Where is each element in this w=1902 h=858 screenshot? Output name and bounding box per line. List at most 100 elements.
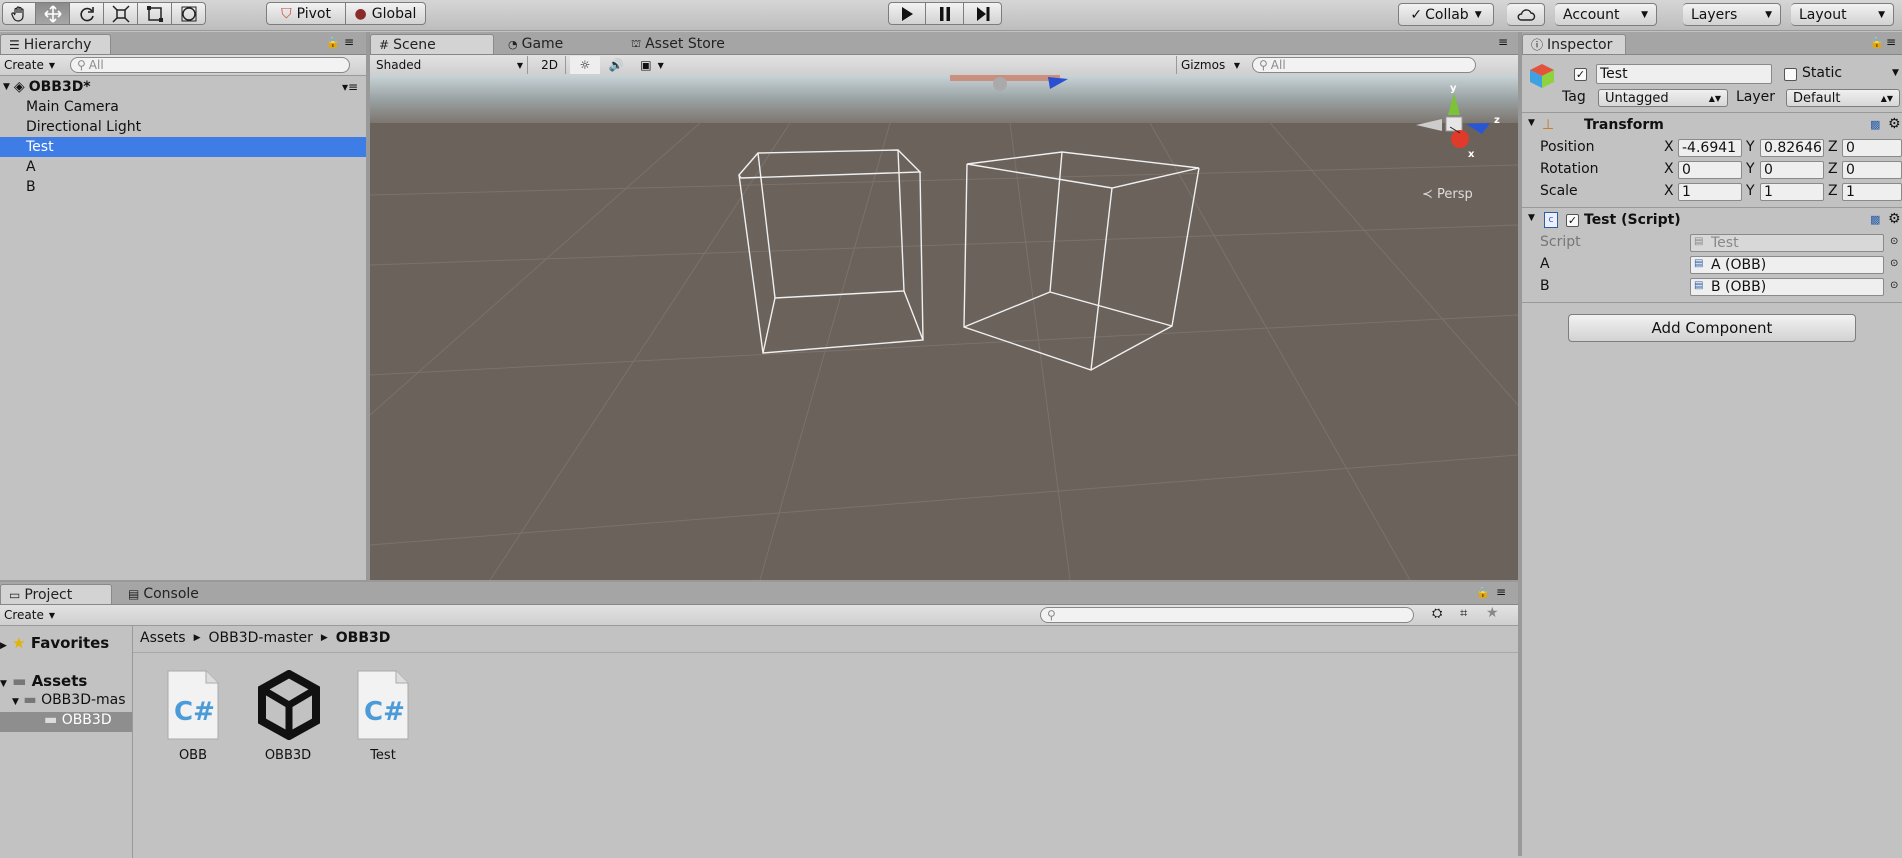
position-z-field[interactable]: 0 <box>1842 139 1902 157</box>
static-dropdown-caret-icon[interactable]: ▼ <box>1892 68 1899 78</box>
2d-toggle[interactable]: 2D <box>534 56 566 74</box>
project-folder-tree: ▶ ★ Favorites ▼ ▬ Assets ▼ ▬ OBB3D-mas ▬… <box>0 626 133 858</box>
active-checkbox[interactable]: ✓ <box>1574 68 1587 81</box>
layer-dropdown[interactable]: Default ▲▼ <box>1786 89 1900 107</box>
tag-dropdown[interactable]: Untagged ▲▼ <box>1598 89 1728 107</box>
scale-tool-button[interactable] <box>104 2 138 25</box>
gear-icon[interactable]: ⚙ <box>1888 211 1901 227</box>
collab-button[interactable]: ✓ Collab ▼ <box>1398 3 1494 26</box>
pause-button[interactable] <box>926 2 964 25</box>
hierarchy-search-input[interactable]: ⚲ All <box>70 57 350 73</box>
folder-row-obb3d[interactable]: ▬ OBB3D <box>0 712 132 732</box>
field-b-reference[interactable]: B (OBB) <box>1690 278 1884 296</box>
scale-x-field[interactable]: 1 <box>1678 183 1742 201</box>
gizmos-dropdown[interactable]: Gizmos ▼ <box>1176 56 1244 74</box>
global-toggle[interactable]: ● Global <box>346 2 426 25</box>
expand-arrow-icon: ▼ <box>3 82 10 92</box>
account-dropdown[interactable]: Account ▼ <box>1555 3 1657 26</box>
asset-file-test[interactable]: C# Test <box>352 670 414 770</box>
hierarchy-item-directional-light[interactable]: Directional Light <box>0 117 366 137</box>
project-create-button[interactable]: Create ▼ <box>0 606 59 624</box>
lock-icon[interactable]: 🔒 <box>1476 586 1490 599</box>
foldout-arrow-icon: ▼ <box>1528 213 1535 223</box>
filter-by-type-icon[interactable]: ⛭ <box>1432 606 1442 621</box>
breadcrumb-item[interactable]: Assets <box>140 630 186 646</box>
object-picker-icon[interactable]: ⊙ <box>1890 258 1898 269</box>
move-tool-button[interactable] <box>36 2 70 25</box>
tab-asset-store[interactable]: ⛫ Asset Store <box>623 34 753 54</box>
hierarchy-item-b[interactable]: B <box>0 177 366 197</box>
hierarchy-item-a[interactable]: A <box>0 157 366 177</box>
favorite-star-icon[interactable]: ★ <box>1486 605 1499 621</box>
script-enabled-checkbox[interactable]: ✓ <box>1566 214 1579 227</box>
tab-scene[interactable]: # Scene <box>370 34 494 54</box>
rotation-y-field[interactable]: 0 <box>1760 161 1824 179</box>
object-picker-icon[interactable]: ⊙ <box>1890 236 1898 247</box>
scene-search-input[interactable]: ⚲ All <box>1252 57 1476 73</box>
rotation-x-field[interactable]: 0 <box>1678 161 1742 179</box>
panel-menu-icon[interactable]: ≡ <box>1886 35 1896 49</box>
transform-all-tool-button[interactable] <box>172 2 206 25</box>
lock-icon[interactable]: 🔒 <box>1870 36 1884 49</box>
hierarchy-item-test[interactable]: Test <box>0 137 366 157</box>
projection-toggle[interactable]: ≺ Persp <box>1422 187 1473 202</box>
breadcrumb-item[interactable]: OBB3D <box>336 630 391 646</box>
tab-console[interactable]: ▤ Console <box>120 584 220 604</box>
gear-icon[interactable]: ⚙ <box>1888 116 1901 132</box>
folder-row-obb3d-master[interactable]: ▼ ▬ OBB3D-mas <box>12 692 132 708</box>
lighting-toggle[interactable]: ☼ <box>570 56 600 74</box>
tab-project[interactable]: ▭ Project <box>0 584 112 604</box>
add-component-label: Add Component <box>1651 319 1773 337</box>
scene-menu-icon[interactable]: ▾≡ <box>342 80 358 94</box>
tab-inspector[interactable]: ⓘ Inspector <box>1522 34 1626 54</box>
scene-viewport[interactable]: y z x ≺ Persp <box>370 75 1518 580</box>
tab-game[interactable]: ◔ Game <box>500 34 590 54</box>
step-button[interactable] <box>964 2 1002 25</box>
help-book-icon[interactable]: ▩ <box>1870 213 1880 226</box>
play-button[interactable] <box>888 2 926 25</box>
cloud-button[interactable] <box>1507 3 1545 26</box>
help-book-icon[interactable]: ▩ <box>1870 118 1880 131</box>
rotation-z-field[interactable]: 0 <box>1842 161 1902 179</box>
lock-icon[interactable]: 🔒 <box>326 36 340 49</box>
filter-by-label-icon[interactable]: ⌗ <box>1460 606 1467 621</box>
scale-z-field[interactable]: 1 <box>1842 183 1902 201</box>
position-x-field[interactable]: -4.6941 <box>1678 139 1742 157</box>
panel-menu-icon[interactable]: ≡ <box>344 35 354 49</box>
layout-dropdown[interactable]: Layout ▼ <box>1791 3 1894 26</box>
audio-toggle[interactable]: 🔊 <box>602 56 630 74</box>
favorites-row[interactable]: ▶ ★ Favorites <box>0 634 109 652</box>
panel-menu-icon[interactable]: ≡ <box>1498 35 1508 49</box>
shading-mode-dropdown[interactable]: Shaded ▼ <box>372 56 528 74</box>
position-y-field[interactable]: 0.82646 <box>1760 139 1824 157</box>
asset-file-obb[interactable]: C# OBB <box>162 670 224 770</box>
svg-text:C#: C# <box>364 697 405 727</box>
svg-text:C#: C# <box>174 697 215 727</box>
rotate-tool-button[interactable] <box>70 2 104 25</box>
rect-tool-button[interactable] <box>138 2 172 25</box>
tab-hierarchy[interactable]: ☰ Hierarchy <box>0 34 111 54</box>
project-search-input[interactable]: ⚲ <box>1040 607 1414 623</box>
script-component-header[interactable]: ▼ c ✓ Test (Script) ▩ ⚙ <box>1522 210 1902 232</box>
add-component-button[interactable]: Add Component <box>1568 314 1856 342</box>
effects-dropdown[interactable]: ▣ ▼ <box>634 56 670 74</box>
assets-row[interactable]: ▼ ▬ Assets <box>0 672 87 690</box>
object-name-field[interactable]: Test <box>1596 64 1772 84</box>
divider <box>1522 302 1902 303</box>
static-checkbox[interactable] <box>1784 68 1797 81</box>
hierarchy-create-button[interactable]: Create ▼ <box>0 56 59 74</box>
breadcrumb-item[interactable]: OBB3D-master <box>208 630 312 646</box>
field-a-reference[interactable]: A (OBB) <box>1690 256 1884 274</box>
scale-y-field[interactable]: 1 <box>1760 183 1824 201</box>
pivot-toggle[interactable]: ⛉ Pivot <box>266 2 346 25</box>
panel-menu-icon[interactable]: ≡ <box>1496 585 1506 599</box>
transform-header[interactable]: ▼ ⊥ Transform ▩ ⚙ <box>1522 115 1902 137</box>
asset-file-obb3d[interactable]: OBB3D <box>250 670 326 770</box>
scene-root-row[interactable]: ▼ ◈ OBB3D* ▾≡ <box>0 77 366 97</box>
game-tab-label: Game <box>521 36 564 52</box>
object-picker-icon[interactable]: ⊙ <box>1890 280 1898 291</box>
orientation-gizmo[interactable]: y z x <box>1408 83 1504 169</box>
hierarchy-item-main-camera[interactable]: Main Camera <box>0 97 366 117</box>
hand-tool-button[interactable] <box>2 2 36 25</box>
layers-dropdown[interactable]: Layers ▼ <box>1683 3 1781 26</box>
